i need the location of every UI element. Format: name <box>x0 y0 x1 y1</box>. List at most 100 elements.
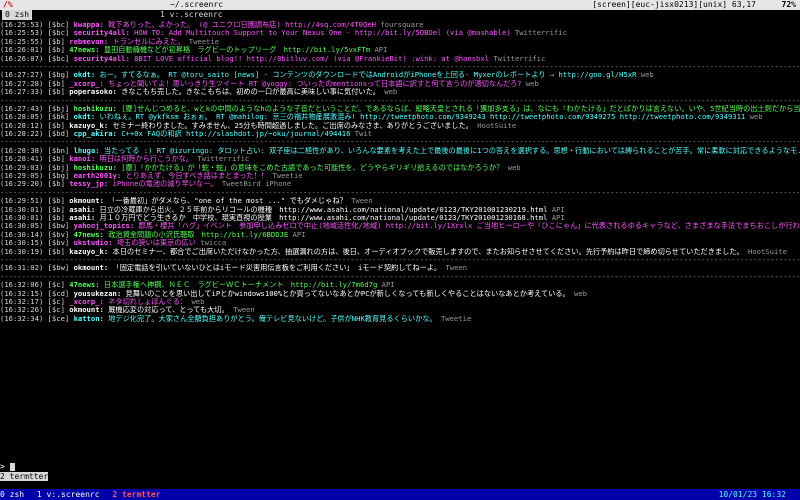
timestamp: (16:29:03) <box>0 163 44 172</box>
timeline-row[interactable]: (16:27:27) [$bg] okdt: おー。すてるなぁ。 RT @tor… <box>0 71 800 79</box>
username[interactable]: lhuga: <box>74 147 100 155</box>
username[interactable]: okmount: <box>69 197 104 205</box>
timeline-row[interactable]: (16:29:03) [$bj] hoshikuzu: [塵]「かかたける」が「… <box>0 164 800 172</box>
timeline-row[interactable]: (16:28:12) [$b] kazuyo_k: セミナー終わりました。すみま… <box>0 122 800 130</box>
tweet-text: 当たってる :) RT @izuringo: タロット占い: 双子座は二極性があ… <box>103 146 800 155</box>
username[interactable]: yousukezan: <box>74 290 122 298</box>
timeline-row[interactable]: (16:30:19) [$b] kazuyo_k: 本日のセミナー、都合でご出席… <box>0 248 800 256</box>
timeline-row[interactable]: (16:26:01) [$b] 47news: 豊田自動織機などが初昇格 ラグビ… <box>0 46 800 54</box>
timeline-row[interactable]: (16:29:51) [$b] okmount: 「一番最初」がダメなら、"on… <box>0 197 800 205</box>
username[interactable]: rebmevon: <box>69 38 108 46</box>
channel-tag: [$b] <box>47 197 65 206</box>
tweet-source: web <box>749 113 763 122</box>
username[interactable]: kwappa: <box>74 21 104 29</box>
timeline-row[interactable]: (16:25:53) [$bc] kwappa: 靴下ありった。よかった。 (@… <box>0 21 800 29</box>
termtter-timeline[interactable]: (16:25:53) [$bc] kwappa: 靴下ありった。よかった。 (@… <box>0 21 800 453</box>
tweet-text: [塵]「かかたける」が「蛇・蛇」の意味をこめた古語であった可能性を、どうやらギリ… <box>121 163 504 172</box>
timeline-row[interactable]: (16:28:41) [$b] kanoi: 明日は何時から行こうかな。 Twi… <box>0 155 800 163</box>
username[interactable]: cpp_akira: <box>74 130 117 138</box>
timeline-row[interactable]: (16:31:02) [$bw] okmount: 「固定電話を引いていないひと… <box>0 264 800 272</box>
channel-tag: [$bw] <box>47 222 70 231</box>
tweet-source: HootSuite <box>477 121 517 130</box>
channel-tag: [$b] <box>47 213 65 222</box>
tweet-source: Tweetie <box>188 37 220 46</box>
tweet-text: おー。すてるなぁ。 RT @toru_saito [news] - コンテンツの… <box>99 71 637 80</box>
timeline-row[interactable]: (16:32:15) [$cd] yousukezan: 見舞いのことを思い出し… <box>0 290 800 298</box>
timeline-row[interactable]: (16:32:26) [$c] okmount: 厩機応変の対応って、とっても大… <box>0 306 800 314</box>
timeline-row[interactable]: (16:30:14) [$bv] 47news: 政治資金問題の小沢氏聴取 ht… <box>0 231 800 239</box>
username[interactable]: earth2001y: <box>74 172 122 180</box>
username[interactable]: kazuyo_k: <box>69 122 108 130</box>
username[interactable]: _xcorp_: <box>69 298 104 306</box>
channel-tag: [$bj] <box>47 104 70 113</box>
tweet-text: 「一番最初」がダメなら、"one of the most ..." でもダメじゃ… <box>108 197 347 206</box>
username[interactable]: security4all: <box>74 55 130 63</box>
timeline-row[interactable]: (16:28:05) [$bk] okdt: いわねぇ。RT @ykfksm お… <box>0 113 800 121</box>
timeline-row[interactable]: (16:32:34) [$ce] katton: 地デジ化完了。大家さん全額負担… <box>0 315 800 323</box>
channel-tag: [$b] <box>47 46 65 55</box>
username[interactable]: hoshikuzu: <box>74 105 117 113</box>
timestamp: (16:27:27) <box>0 71 44 80</box>
timeline-row[interactable]: (16:28:38) [$bn] lhuga: 当たってる :) RT @izu… <box>0 147 800 155</box>
username[interactable]: okdt: <box>74 113 96 121</box>
username[interactable]: kazuyo_k: <box>69 248 108 256</box>
username[interactable]: okmount: <box>74 264 109 272</box>
username[interactable]: asahi: <box>69 214 95 222</box>
tweet-source: web <box>384 88 398 97</box>
tweet-text: C++0x FAQの和訳 http://slashdot.jp/~oku/jou… <box>121 130 351 139</box>
tweet-text: 郡馬・櫻井「ハグ」イベント 参加申し込みゼロで中止(地域活性化/地域) http… <box>138 222 800 231</box>
timeline-row[interactable]: (16:28:22) [$bd] cpp_akira: C++0x FAQの和訳… <box>0 130 800 138</box>
timestamp: (16:26:07) <box>0 54 44 63</box>
timeline-separator: ----------------------------------------… <box>0 255 800 264</box>
username[interactable]: tessy_jp: <box>69 180 108 188</box>
timeline-row[interactable]: (16:30:01) [$b] asahi: 月１０万円でどう生きるか 中学校、… <box>0 214 800 222</box>
command-prompt[interactable]: > <box>0 462 800 472</box>
window-title: ~/.screenrc <box>170 0 223 9</box>
tab-zsh[interactable]: 0 zsh <box>2 10 33 20</box>
timeline-row[interactable]: (16:29:05) [$bg] earth2001y: とりあえず、今日すべき… <box>0 172 800 180</box>
timestamp: (16:29:20) <box>0 180 44 189</box>
status-window-screenrc[interactable]: 1 v:.screenrc <box>37 490 100 499</box>
timeline-row[interactable]: (16:30:05) [$bw] yahooj_topics: 郡馬・櫻井「ハグ… <box>0 222 800 230</box>
status-window-zsh[interactable]: 0 zsh <box>0 490 24 499</box>
timeline-row[interactable]: (16:30:01) [$b] asahi: 日立の冷蔵庫から出火、２５年前から… <box>0 206 800 214</box>
username[interactable]: ukstudio: <box>74 239 113 247</box>
username[interactable]: security4all: <box>74 29 130 37</box>
tweet-source: Twitterrific <box>197 155 250 164</box>
username[interactable]: _xcorp_: <box>69 80 104 88</box>
timeline-row[interactable]: (16:29:20) [$b] tessy_jp: iPhoneの電池の減り早い… <box>0 180 800 188</box>
timeline-row[interactable]: (16:27:33) [$b] poperasoko: きなこもち売した。きなこ… <box>0 88 800 96</box>
username[interactable]: okmount: <box>69 306 104 314</box>
timeline-row[interactable]: (16:25:53) [$bc] security4all: HOW TO: A… <box>0 29 800 37</box>
username[interactable]: yahooj_topics: <box>74 222 135 230</box>
timeline-row[interactable]: (16:26:07) [$bc] security4all: 8BIT LOVE… <box>0 55 800 63</box>
username[interactable]: 47news: <box>69 281 99 289</box>
username[interactable]: hoshikuzu: <box>74 164 117 172</box>
timestamp: (16:25:53) <box>0 21 44 29</box>
tweet-text: 靴下ありった。よかった。 (@ ユニクロ日園調布店) http://4sq.co… <box>108 21 376 29</box>
channel-tag: [$bc] <box>47 54 70 63</box>
username[interactable]: kanoi: <box>69 155 95 163</box>
username[interactable]: 47news: <box>69 46 99 54</box>
status-window-termtter[interactable]: 2 termtter <box>112 490 160 499</box>
timeline-row[interactable]: (16:25:55) [$b] rebmevon: トランセルにみえた。 Twe… <box>0 38 800 46</box>
tweet-text: きなこもち売した。きなこもちは、初めの一口が最高に美味しい事に気付いた。 <box>121 88 380 97</box>
tweet-text: ちょっと聞いてよ！思いっきり生ツイート RT @yoggy: ついったのment… <box>108 79 522 88</box>
timeline-row[interactable]: (16:30:15) [$bv] ukstudio: 埼玉の狭いは東京の広い t… <box>0 239 800 247</box>
username[interactable]: okdt: <box>74 71 96 79</box>
username[interactable]: asahi: <box>69 206 95 214</box>
timestamp: (16:30:05) <box>0 222 44 231</box>
timeline-row[interactable]: (16:27:43) [$bj] hoshikuzu: [塵]せんじつめると、w… <box>0 105 800 113</box>
tweet-source: foursquare <box>380 21 424 29</box>
tweet-source: Twitterrific <box>514 29 567 38</box>
tab-screenrc[interactable]: 1 v:.screenrc <box>160 10 223 20</box>
username[interactable]: 47news: <box>74 231 104 239</box>
timeline-row[interactable]: (16:32:06) [$c] 47news: 日本選手権へ神鋼、ＮＥＣ ラグビ… <box>0 281 800 289</box>
window-label-bar: 2 termtter <box>0 472 800 481</box>
username[interactable]: poperasoko: <box>69 88 117 96</box>
timeline-row[interactable]: (16:32:17) [$c] _xcorp_: ネタ切れしょぼんぐる： web <box>0 298 800 306</box>
timestamp: (16:32:26) <box>0 306 44 315</box>
username[interactable]: katton: <box>74 315 104 323</box>
tweet-source: web <box>507 163 521 172</box>
timeline-row[interactable]: (16:27:28) [$b] _xcorp_: ちょっと聞いてよ！思いっきり生… <box>0 80 800 88</box>
